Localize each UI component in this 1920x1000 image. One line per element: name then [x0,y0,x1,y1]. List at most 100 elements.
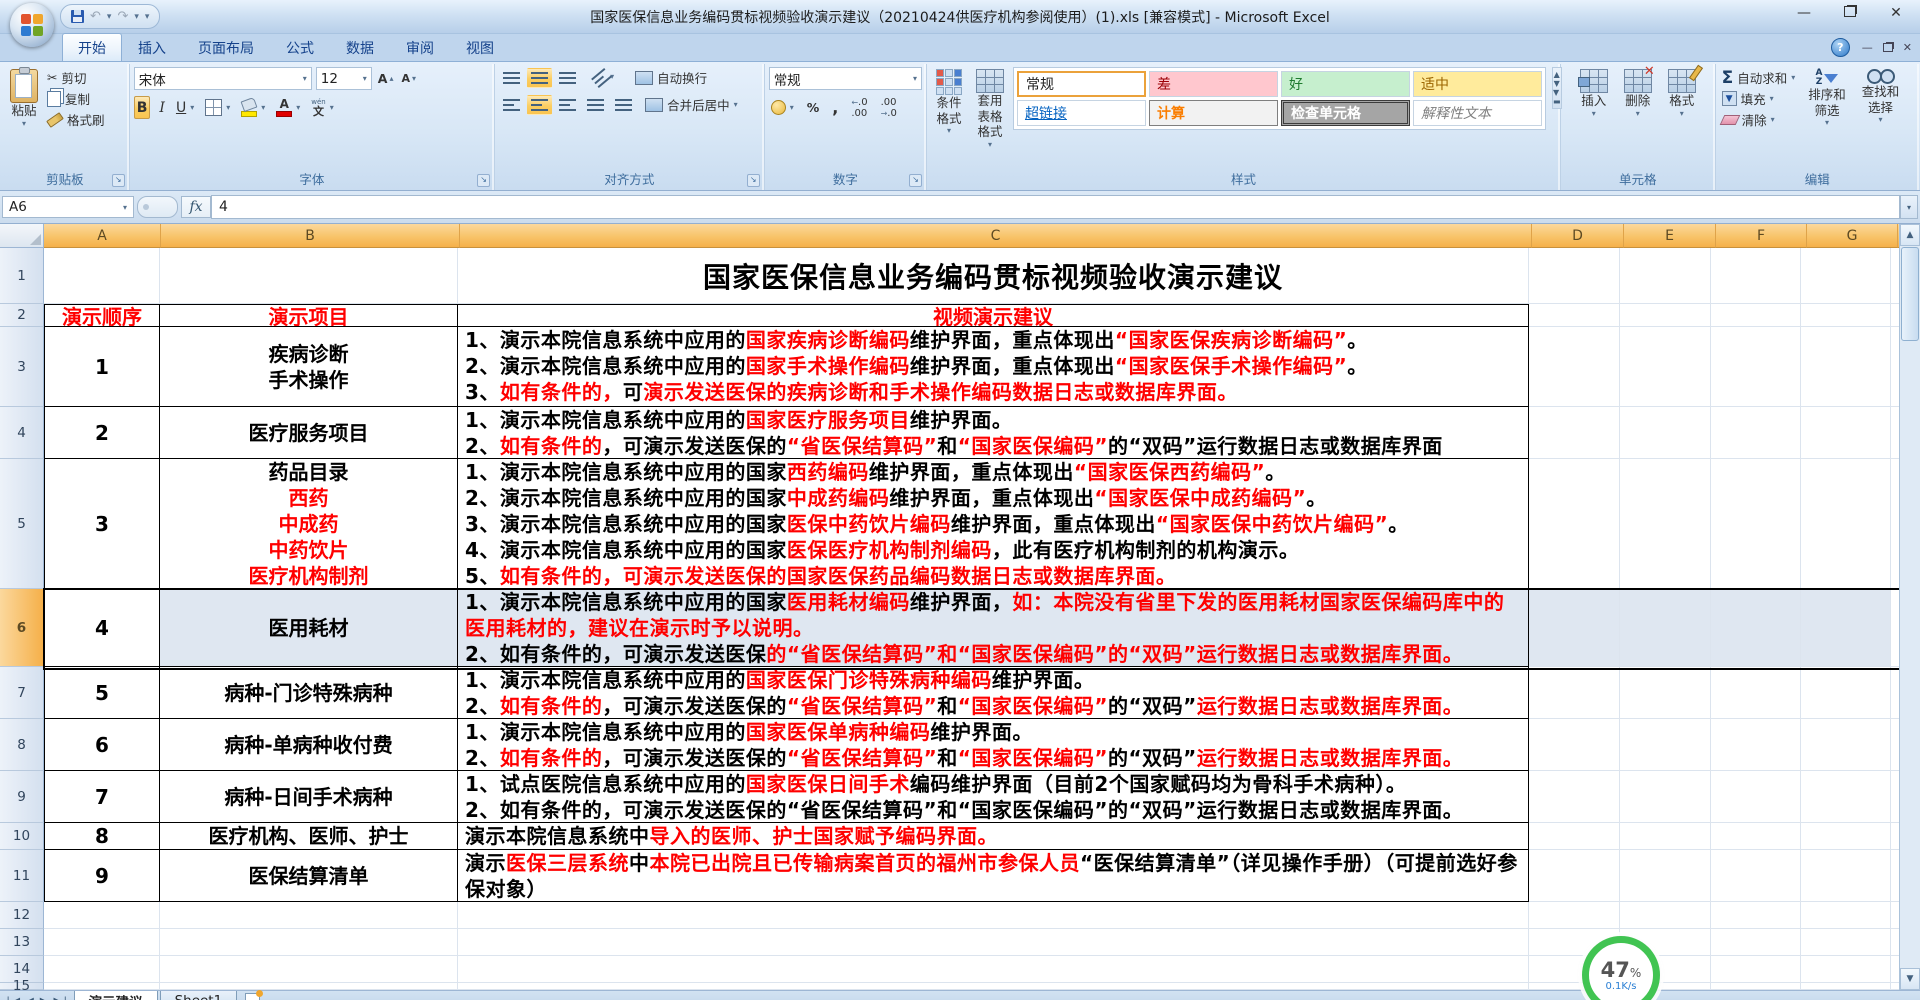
undo-icon[interactable]: ↶ [90,9,101,24]
row-header-10[interactable]: 10 [0,823,44,850]
conditional-formatting-button[interactable]: 条件格式▾ [931,67,967,138]
align-middle-button[interactable] [527,68,552,88]
cell-B8[interactable]: 病种-单病种收付费 [160,719,458,771]
align-right-button[interactable] [555,95,580,115]
cell-A12[interactable] [44,902,160,929]
number-format-select[interactable]: 常规▾ [769,67,922,90]
cell-A7[interactable]: 5 [44,667,160,719]
scroll-up-icon[interactable]: ▲ [1900,224,1920,246]
cell-C11[interactable]: 演示医保三层系统中本院已出院且已传输病案首页的福州市参保人员“医保结算清单”（详… [458,850,1529,902]
ribbon-tab-页面布局[interactable]: 页面布局 [182,33,270,61]
ribbon-tab-开始[interactable]: 开始 [62,33,122,61]
cell-A11[interactable]: 9 [44,850,160,902]
cell-E11[interactable] [1620,850,1711,902]
sheet-tab-Sheet1[interactable]: Sheet1 [160,991,238,1000]
clear-button[interactable]: 清除▾ [1720,109,1798,130]
cell-C8[interactable]: 1、演示本院信息系统中应用的国家医保单病种编码维护界面。2、如有条件的，可演示发… [458,719,1529,771]
comma-button[interactable]: , [830,97,840,118]
ribbon-tab-数据[interactable]: 数据 [330,33,390,61]
row-header-9[interactable]: 9 [0,771,44,823]
next-sheet-icon[interactable]: ▶ [40,996,48,1000]
row-header-7[interactable]: 7 [0,667,44,719]
underline-button[interactable]: U ▾ [174,97,196,118]
row-header-8[interactable]: 8 [0,719,44,771]
first-sheet-icon[interactable]: ❘◀ [4,996,20,1000]
cell-E12[interactable] [1620,902,1711,929]
wrap-text-button[interactable]: 自动换行 [633,67,709,88]
cell-C4[interactable]: 1、演示本院信息系统中应用的国家医疗服务项目维护界面。2、如有条件的，可演示发送… [458,407,1529,459]
cell-F2[interactable] [1711,304,1801,327]
cell-C3[interactable]: 1、演示本院信息系统中应用的国家疾病诊断编码维护界面，重点体现出“国家医保疾病诊… [458,327,1529,407]
cell-style-适中[interactable]: 适中 [1413,71,1542,97]
cell-A9[interactable]: 7 [44,771,160,823]
cell-D12[interactable] [1529,902,1620,929]
decrease-decimal-button[interactable]: .00 →.0 [879,97,899,118]
cell-B3[interactable]: 疾病诊断手术操作 [160,327,458,407]
column-header-A[interactable]: A [44,224,161,248]
cell-B2[interactable]: 演示项目 [160,304,458,327]
format-as-table-button[interactable]: 套用 表格格式▾ [971,67,1009,152]
align-left-button[interactable] [499,95,524,115]
cell-style-检查单元格[interactable]: 检查单元格 [1281,100,1410,126]
cell-F11[interactable] [1711,850,1801,902]
cell-E3[interactable] [1620,327,1711,407]
cell-B10[interactable]: 医疗机构、医师、护士 [160,823,458,850]
cell-C5[interactable]: 1、演示本院信息系统中应用的国家西药编码维护界面，重点体现出“国家医保西药编码”… [458,459,1529,589]
orientation-button[interactable]: ▾ [589,68,618,88]
cell-C14[interactable] [458,956,1529,983]
row-header-1[interactable]: 1 [0,248,44,304]
cell-E1[interactable] [1620,248,1711,304]
name-box[interactable]: A6▾ [2,196,134,218]
insert-function-button[interactable]: fx [181,196,211,218]
cell-G12[interactable] [1801,902,1891,929]
autosum-button[interactable]: Σ自动求和▾ [1720,67,1798,88]
scrollbar-thumb[interactable] [1901,247,1919,341]
cell-A10[interactable]: 8 [44,823,160,850]
fill-color-button[interactable]: ▾ [239,97,267,118]
ribbon-tab-插入[interactable]: 插入 [122,33,182,61]
cell-D2[interactable] [1529,304,1620,327]
gallery-down-icon[interactable]: ▼ [1554,79,1560,88]
cell-A6[interactable]: 4 [44,589,160,667]
row-header-11[interactable]: 11 [0,850,44,902]
cell-style-差[interactable]: 差 [1149,71,1278,97]
cell-G11[interactable] [1801,850,1891,902]
row-header-4[interactable]: 4 [0,407,44,459]
align-top-button[interactable] [499,68,524,88]
cell-B11[interactable]: 医保结算清单 [160,850,458,902]
cell-D8[interactable] [1529,719,1620,771]
cell-C7[interactable]: 1、演示本院信息系统中应用的国家医保门诊特殊病种编码维护界面。2、如有条件的，可… [458,667,1529,719]
borders-button[interactable]: ▾ [203,97,232,118]
column-header-F[interactable]: F [1716,224,1807,248]
currency-button[interactable]: ▾ [769,97,796,118]
cell-A15[interactable] [44,983,160,990]
cell-G3[interactable] [1801,327,1891,407]
redo-icon[interactable]: ↷ [117,9,128,24]
restore-button[interactable] [1836,5,1864,21]
format-cells-button[interactable]: 格式▾ [1663,67,1701,121]
percent-button[interactable]: % [805,97,822,118]
cell-B15[interactable] [160,983,458,990]
scroll-down-icon[interactable]: ▼ [1900,968,1920,990]
cell-B4[interactable]: 医疗服务项目 [160,407,458,459]
cell-C15[interactable] [458,983,1529,990]
cell-G15[interactable] [1801,983,1891,990]
cell-A14[interactable] [44,956,160,983]
cell-B7[interactable]: 病种-门诊特殊病种 [160,667,458,719]
column-header-D[interactable]: D [1532,224,1624,248]
ribbon-tab-审阅[interactable]: 审阅 [390,33,450,61]
cell-D5[interactable] [1529,459,1620,589]
cell-C2[interactable]: 视频演示建议 [458,304,1529,327]
workbook-minimize-button[interactable]: — [1862,41,1873,54]
cell-G2[interactable] [1801,304,1891,327]
copy-button[interactable]: 复制 [45,88,107,109]
cell-F13[interactable] [1711,929,1801,956]
align-bottom-button[interactable] [555,68,580,88]
cell-F4[interactable] [1711,407,1801,459]
cell-G8[interactable] [1801,719,1891,771]
cell-B1[interactable] [160,248,458,304]
shrink-font-button[interactable]: A ▾ [399,68,418,89]
sheet-title-cell[interactable]: 国家医保信息业务编码贯标视频验收演示建议 [458,248,1529,304]
cell-C6[interactable]: 1、演示本院信息系统中应用的国家医用耗材编码维护界面，如：本院没有省里下发的医用… [458,589,1529,667]
close-button[interactable]: ✕ [1882,5,1910,21]
